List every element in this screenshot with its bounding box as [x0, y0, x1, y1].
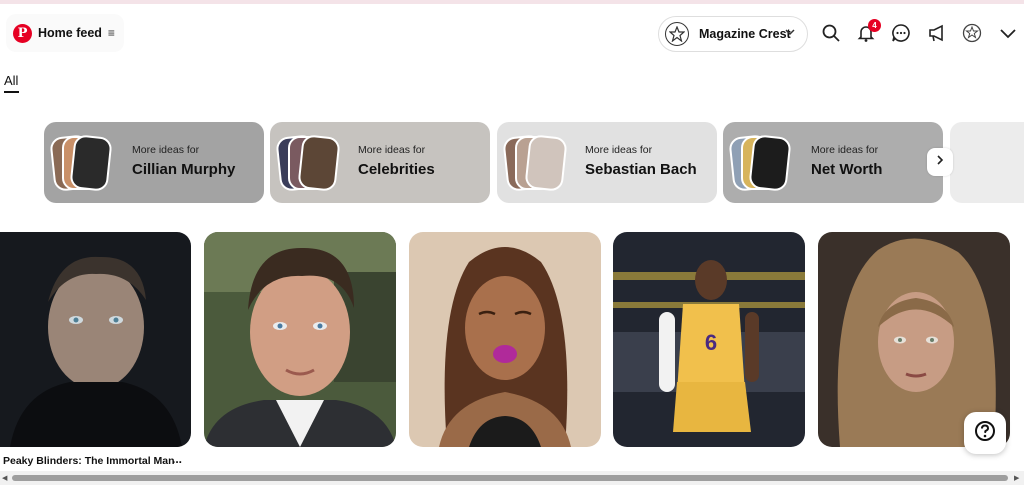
pin-image-4[interactable]: 6 — [613, 232, 805, 447]
profile-avatar-icon — [665, 22, 689, 46]
pin-image-2[interactable] — [204, 232, 396, 447]
pin-more-options[interactable]: ... — [172, 452, 182, 466]
idea-card-celebrities[interactable]: More ideas for Celebrities — [270, 122, 490, 203]
pin-image-1[interactable] — [0, 232, 191, 447]
scroll-left-icon[interactable]: ◀ — [2, 474, 7, 482]
idea-topic: Net Worth — [811, 161, 883, 178]
tab-underline — [4, 91, 19, 93]
account-chevron-icon[interactable] — [997, 22, 1019, 44]
idea-prefix: More ideas for — [585, 144, 653, 156]
account-avatar-icon[interactable] — [961, 22, 983, 44]
svg-text:6: 6 — [705, 330, 717, 355]
carousel-next-button[interactable] — [927, 148, 953, 176]
idea-thumb — [748, 134, 792, 192]
chat-icon[interactable] — [890, 22, 912, 44]
idea-card-cillian-murphy[interactable]: More ideas for Cillian Murphy — [44, 122, 264, 203]
menu-icon: ≡ — [107, 26, 115, 40]
help-button[interactable] — [964, 412, 1006, 454]
idea-card-net-worth[interactable]: More ideas for Net Worth — [723, 122, 943, 203]
idea-prefix: More ideas for — [132, 144, 200, 156]
idea-thumb — [69, 134, 113, 192]
idea-card-sebastian-bach[interactable]: More ideas for Sebastian Bach — [497, 122, 717, 203]
scroll-right-icon[interactable]: ▶ — [1014, 474, 1019, 482]
pin-title[interactable]: Peaky Blinders: The Immortal Man — [3, 455, 175, 467]
profile-name: Magazine Crest — [699, 27, 791, 41]
home-feed-button[interactable]: P Home feed ≡ — [6, 14, 124, 52]
search-icon[interactable] — [820, 22, 842, 44]
idea-topic: Celebrities — [358, 161, 435, 178]
idea-topic: Cillian Murphy — [132, 161, 236, 178]
idea-topic: Sebastian Bach — [585, 161, 697, 178]
chevron-down-icon — [783, 25, 797, 44]
notification-badge: 4 — [868, 19, 881, 32]
pin-image-3[interactable] — [409, 232, 601, 447]
chevron-right-icon — [934, 153, 946, 171]
tab-all[interactable]: All — [4, 73, 18, 88]
home-feed-label: Home feed — [38, 26, 102, 40]
scrollbar-thumb[interactable] — [12, 475, 1008, 481]
idea-thumb — [297, 134, 341, 192]
profile-switcher[interactable]: Magazine Crest — [658, 16, 808, 52]
idea-thumb — [524, 134, 568, 192]
idea-card-partial[interactable] — [950, 122, 1024, 203]
help-icon — [974, 420, 996, 447]
idea-prefix: More ideas for — [811, 144, 879, 156]
megaphone-icon[interactable] — [926, 22, 948, 44]
idea-prefix: More ideas for — [358, 144, 426, 156]
pinterest-logo-icon: P — [13, 23, 32, 43]
top-strip — [0, 0, 1024, 4]
